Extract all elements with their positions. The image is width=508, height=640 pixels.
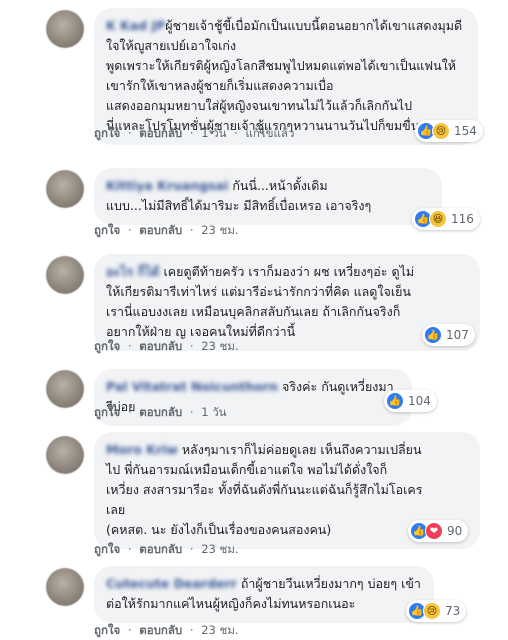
reaction-count: 107	[446, 328, 469, 342]
reaction-count: 90	[447, 524, 463, 538]
comment-bubble: Cutecute Dearderr ถ้าผู้ชายวีนเหวี่ยงมาก…	[94, 566, 434, 623]
like-reaction-icon: 👍	[386, 392, 404, 410]
reaction-count: 104	[408, 394, 431, 408]
avatar[interactable]	[46, 568, 84, 606]
reaction-summary[interactable]: 👍 😢 154	[415, 120, 483, 142]
reaction-summary[interactable]: 👍 😆 116	[412, 208, 480, 230]
like-reaction-icon: 👍	[424, 326, 442, 344]
like-link[interactable]: ถูกใจ	[94, 126, 120, 140]
timestamp[interactable]: 23 ชม.	[201, 223, 238, 237]
comment-author[interactable]: Cutecute Dearderr	[106, 576, 237, 591]
love-reaction-icon: ❤	[425, 522, 443, 540]
timestamp[interactable]: 1 วัน	[201, 405, 226, 419]
comment-meta: ถูกใจ · ตอบกลับ · 1 วัน · แก้ไขแล้ว	[94, 126, 295, 140]
comment-meta: ถูกใจ · ตอบกลับ · 1 วัน	[94, 405, 227, 419]
comment-text: ผู้ชายเจ้าชู้ขี้เบื่อมักเป็นแบบนี้ตอนอยา…	[106, 18, 463, 133]
reply-link[interactable]: ตอบกลับ	[139, 223, 182, 237]
timestamp[interactable]: 23 ชม.	[201, 623, 238, 637]
comment-meta: ถูกใจ · ตอบกลับ · 23 ชม.	[94, 542, 239, 556]
comment-author[interactable]: Pal Vitatrat Noicunthorn	[106, 379, 278, 394]
comment-meta: ถูกใจ · ตอบกลับ · 23 ชม.	[94, 623, 239, 637]
timestamp[interactable]: 23 ชม.	[201, 542, 238, 556]
sad-reaction-icon: 😢	[432, 122, 450, 140]
reaction-count: 116	[451, 212, 474, 226]
avatar[interactable]	[46, 256, 84, 294]
avatar[interactable]	[46, 370, 84, 408]
edited-label[interactable]: แก้ไขแล้ว	[245, 126, 294, 140]
haha-reaction-icon: 😆	[429, 210, 447, 228]
avatar[interactable]	[46, 170, 84, 208]
comment-author[interactable]: K Kad JP	[106, 18, 165, 33]
reaction-summary[interactable]: 👍 104	[384, 390, 437, 412]
reply-link[interactable]: ตอบกลับ	[139, 405, 182, 419]
like-link[interactable]: ถูกใจ	[94, 405, 120, 419]
comment-meta: ถูกใจ · ตอบกลับ · 23 ชม.	[94, 223, 239, 237]
comment-author[interactable]: อะไร ก็ได้	[106, 264, 160, 279]
reply-link[interactable]: ตอบกลับ	[139, 339, 182, 353]
avatar[interactable]	[46, 436, 84, 474]
avatar[interactable]	[46, 10, 84, 48]
reply-link[interactable]: ตอบกลับ	[139, 542, 182, 556]
reply-link[interactable]: ตอบกลับ	[139, 623, 182, 637]
comment-meta: ถูกใจ · ตอบกลับ · 23 ชม.	[94, 339, 239, 353]
reaction-summary[interactable]: 👍 😢 73	[406, 600, 467, 622]
like-link[interactable]: ถูกใจ	[94, 542, 120, 556]
like-link[interactable]: ถูกใจ	[94, 223, 120, 237]
reaction-summary[interactable]: 👍 ❤ 90	[408, 520, 469, 542]
timestamp[interactable]: 23 ชม.	[201, 339, 238, 353]
comment-bubble: Kittiya Kruangsai กันนี่...หน้าดั้งเดิม …	[94, 168, 442, 225]
like-link[interactable]: ถูกใจ	[94, 339, 120, 353]
comment-author[interactable]: Kittiya Kruangsai	[106, 178, 228, 193]
sad-reaction-icon: 😢	[423, 602, 441, 620]
like-link[interactable]: ถูกใจ	[94, 623, 120, 637]
reaction-summary[interactable]: 👍 107	[422, 324, 475, 346]
reaction-count: 73	[445, 604, 461, 618]
reply-link[interactable]: ตอบกลับ	[139, 126, 182, 140]
reaction-count: 154	[454, 124, 477, 138]
comment-author[interactable]: Moro Kriw	[106, 442, 178, 457]
timestamp[interactable]: 1 วัน	[201, 126, 226, 140]
